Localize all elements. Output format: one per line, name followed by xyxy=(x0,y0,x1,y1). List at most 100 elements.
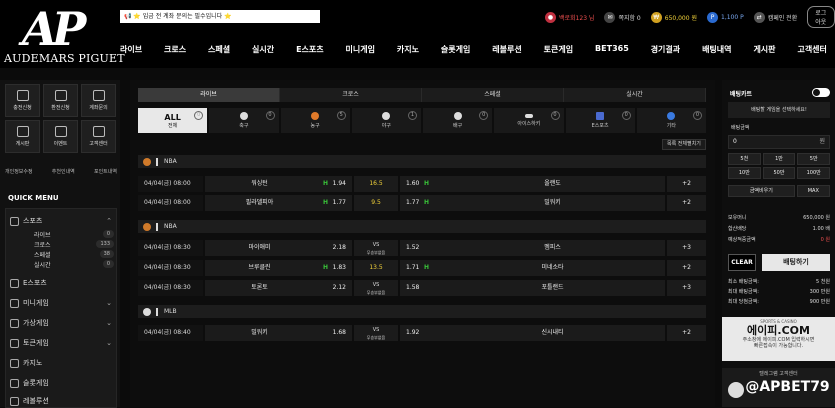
nav-item[interactable]: 고객센터 xyxy=(797,44,826,60)
tab-special[interactable]: 스페셜 xyxy=(422,88,564,102)
mid-odds-button[interactable]: 16.5 xyxy=(354,176,398,192)
amount-preset-button[interactable]: 10만 xyxy=(728,167,761,179)
amount-preset-button[interactable]: 1만 xyxy=(762,153,796,165)
amount-input[interactable]: 0원 xyxy=(728,135,830,149)
amount-preset-button[interactable]: 50만 xyxy=(762,167,796,179)
sport-volleyball[interactable]: 배구 0 xyxy=(423,108,493,133)
nav-item[interactable]: E스포츠 xyxy=(296,44,324,60)
logo[interactable]: AP AUDEMARS PIGUET xyxy=(4,6,125,65)
deposit-button[interactable]: 충전신청 xyxy=(5,84,40,117)
more-markets-button[interactable]: +3 xyxy=(667,280,706,296)
link-profile[interactable]: 개인정보수정 xyxy=(5,168,33,175)
sport-soccer[interactable]: 축구 0 xyxy=(209,108,279,133)
away-odds-button[interactable]: 1.60 H 올랜도 xyxy=(400,176,665,192)
bet-slip-toggle[interactable] xyxy=(812,88,830,97)
nav-item[interactable]: 스페셜 xyxy=(208,44,230,60)
transfer[interactable]: ⇄ 캠페인 전환 xyxy=(753,11,797,23)
user-info[interactable]: ● 백로회123 님 xyxy=(545,11,594,23)
away-odds-button[interactable]: 1.71 H 미네소타 xyxy=(400,260,665,276)
amount-preset-button[interactable]: 5천 xyxy=(728,153,761,165)
support-button[interactable]: 고객센터 xyxy=(81,120,116,153)
nav-item[interactable]: 라이브 xyxy=(120,44,142,60)
nav-item[interactable]: 크로스 xyxy=(164,44,186,60)
domain-banner[interactable]: SPORTS & CASINO 에이피.COM 주소창에 에이피.COM 입력하… xyxy=(722,317,835,361)
sport-count: 5 xyxy=(336,111,346,120)
amount-preset-button[interactable]: 100만 xyxy=(797,167,830,179)
clear-button[interactable]: CLEAR xyxy=(728,254,756,271)
sport-icehockey[interactable]: 아이스하키 0 xyxy=(494,108,564,133)
submenu-item[interactable]: 라이브 0 xyxy=(34,230,114,239)
nav-item[interactable]: 경기결과 xyxy=(651,44,680,60)
away-odds-button[interactable]: 1.77 H 밀워키 xyxy=(400,195,665,211)
submenu-item[interactable]: 실시간 0 xyxy=(34,260,114,269)
menu-revolution[interactable]: 레볼루션 xyxy=(10,395,114,407)
expand-all-button[interactable]: 목록 전체펼치기 xyxy=(662,139,706,150)
telegram-banner[interactable]: 텔레그램 고객센터 @APBET79 xyxy=(722,368,835,407)
event-button[interactable]: 이벤트 xyxy=(43,120,78,153)
link-points[interactable]: 포인트내역 xyxy=(94,168,117,175)
submenu-item[interactable]: 스페셜 38 xyxy=(34,250,114,259)
menu-casino[interactable]: 카지노 xyxy=(10,357,114,369)
away-odds-button[interactable]: 1.92 신시내티 xyxy=(400,325,665,341)
home-odds-button[interactable]: 브루클린 H 1.83 xyxy=(205,260,352,276)
link-referral[interactable]: 추천인내역 xyxy=(52,168,75,175)
account-inquiry-button[interactable]: 계좌문의 xyxy=(81,84,116,117)
basketball-icon xyxy=(311,112,320,120)
nav-item[interactable]: BET365 xyxy=(595,44,629,60)
draw-button[interactable]: VS 무승부없음 xyxy=(354,240,398,256)
nav-item[interactable]: 슬롯게임 xyxy=(441,44,470,60)
home-odds-button[interactable]: 밀워키 1.68 xyxy=(205,325,352,341)
home-odds-button[interactable]: 토론토 2.12 xyxy=(205,280,352,296)
more-markets-button[interactable]: +2 xyxy=(667,325,706,341)
nav-item[interactable]: 실시간 xyxy=(252,44,274,60)
token-icon xyxy=(10,338,19,348)
tab-cross[interactable]: 크로스 xyxy=(280,88,422,102)
home-odds-button[interactable]: 필라델피아 H 1.77 xyxy=(205,195,352,211)
sport-other[interactable]: 기타 0 xyxy=(636,108,706,133)
draw-button[interactable]: VS 무승부없음 xyxy=(354,325,398,341)
nav-item[interactable]: 레볼루션 xyxy=(492,44,521,60)
nav-item[interactable]: 미니게임 xyxy=(346,44,375,60)
nav-item[interactable]: 배팅내역 xyxy=(702,44,731,60)
amount-preset-button[interactable]: 5만 xyxy=(797,153,830,165)
menu-token[interactable]: 토큰게임 ⌄ xyxy=(10,337,114,349)
more-markets-button[interactable]: +2 xyxy=(667,260,706,276)
sport-baseball[interactable]: 야구 1 xyxy=(351,108,421,133)
tab-live[interactable]: 라이브 xyxy=(138,88,280,102)
menu-slot[interactable]: 슬롯게임 xyxy=(10,377,114,389)
away-odds-button[interactable]: 1.58 포틀랜드 xyxy=(400,280,665,296)
home-odds-button[interactable]: 워싱턴 H 1.94 xyxy=(205,176,352,192)
submenu-item[interactable]: 크로스 133 xyxy=(34,240,114,249)
sport-all[interactable]: ALL 전체 0 xyxy=(138,108,208,133)
menu-esports[interactable]: E스포츠 xyxy=(10,277,114,289)
mid-odds-button[interactable]: 13.5 xyxy=(354,260,398,276)
sport-basketball[interactable]: 농구 5 xyxy=(280,108,350,133)
place-bet-button[interactable]: 배팅하기 xyxy=(762,254,830,271)
nav-item[interactable]: 토큰게임 xyxy=(544,44,573,60)
league-header[interactable]: NBA xyxy=(138,220,706,233)
tab-realtime[interactable]: 실시간 xyxy=(564,88,706,102)
away-odds-button[interactable]: 1.52 멤피스 xyxy=(400,240,665,256)
nav-item[interactable]: 게시판 xyxy=(753,44,775,60)
withdraw-button[interactable]: 환전신청 xyxy=(43,84,78,117)
home-odds-button[interactable]: 마이애미 2.18 xyxy=(205,240,352,256)
logout-button[interactable]: 로그아웃 xyxy=(807,6,835,28)
sport-esports[interactable]: E스포츠 0 xyxy=(565,108,635,133)
menu-minigame[interactable]: 미니게임 ⌄ xyxy=(10,297,114,309)
reset-amount-button[interactable]: 금액비우기 xyxy=(728,185,795,197)
more-markets-button[interactable]: +2 xyxy=(667,195,706,211)
mid-odds-button[interactable]: 9.5 xyxy=(354,195,398,211)
messages[interactable]: ✉ 쪽지함 0 xyxy=(604,11,641,23)
vs-label: VS xyxy=(372,327,380,333)
points: P 1,100 P xyxy=(707,11,744,23)
nav-item[interactable]: 카지노 xyxy=(397,44,419,60)
menu-sports[interactable]: 스포츠 ⌃ xyxy=(10,215,114,227)
more-markets-button[interactable]: +3 xyxy=(667,240,706,256)
draw-button[interactable]: VS 무승부없음 xyxy=(354,280,398,296)
board-button[interactable]: 게시판 xyxy=(5,120,40,153)
league-header[interactable]: MLB xyxy=(138,305,706,318)
max-amount-button[interactable]: MAX xyxy=(796,185,830,197)
more-markets-button[interactable]: +2 xyxy=(667,176,706,192)
menu-virtual[interactable]: 가상게임 ⌄ xyxy=(10,317,114,329)
league-header[interactable]: NBA xyxy=(138,155,706,168)
